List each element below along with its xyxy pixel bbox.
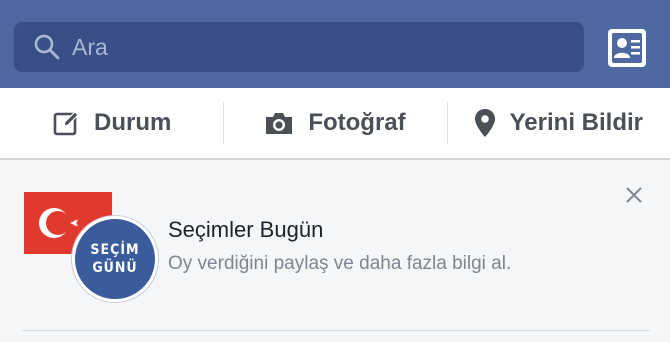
camera-icon [266, 113, 293, 134]
election-day-seal: SEÇİM GÜNÜ [72, 216, 158, 302]
search-bar[interactable]: Ara [14, 22, 584, 72]
edit-icon [53, 111, 79, 136]
close-icon[interactable] [624, 185, 644, 205]
seal-line-2: GÜNÜ [92, 260, 138, 276]
status-label: Durum [93, 109, 172, 136]
composer-actions: Durum Fotoğraf Yerini Bildir [0, 88, 670, 160]
card-title[interactable]: Seçimler Bugün [168, 217, 323, 243]
check-in-label: Yerini Bildir [509, 109, 643, 136]
card-divider [22, 330, 650, 331]
photo-label: Fotoğraf [308, 109, 406, 136]
top-bar: Ara [0, 0, 670, 88]
card-subtitle: Oy verdiğini paylaş ve daha fazla bilgi … [168, 253, 512, 274]
search-icon [34, 34, 60, 60]
check-in-button[interactable]: Yerini Bildir [446, 88, 670, 158]
location-pin-icon [474, 109, 495, 137]
photo-button[interactable]: Fotoğraf [223, 88, 446, 158]
election-day-card: SEÇİM GÜNÜ Seçimler Bugün Oy verdiğini p… [0, 160, 670, 342]
search-placeholder: Ara [72, 33, 108, 60]
contact-card-icon[interactable] [606, 27, 648, 69]
status-button[interactable]: Durum [0, 88, 223, 158]
election-badge: SEÇİM GÜNÜ [24, 192, 158, 302]
seal-line-1: SEÇİM [90, 242, 140, 258]
